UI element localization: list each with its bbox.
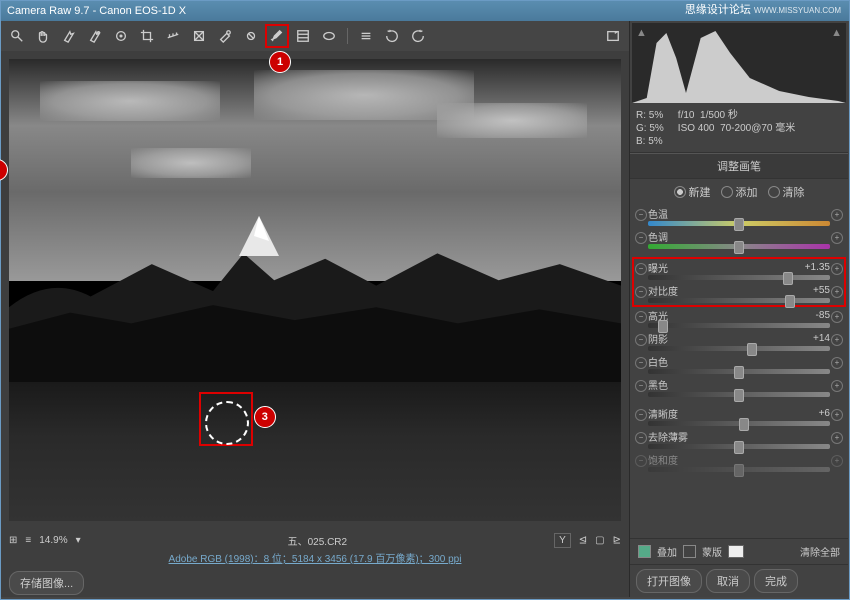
filename: 五、025.CR2 xyxy=(89,533,546,548)
zoom-level[interactable]: 14.9% xyxy=(39,535,67,546)
right-panel: ▲ ▲ R: 5% G: 5% B: 5% f/10 1/500 秒 ISO 4… xyxy=(629,21,848,597)
zoom-dropdown-icon[interactable]: ▾ xyxy=(76,535,81,546)
plus-icon[interactable]: + xyxy=(831,209,843,221)
y-indicator[interactable]: Y xyxy=(554,533,571,548)
fullscreen-icon[interactable] xyxy=(605,28,621,44)
hand-tool-icon[interactable] xyxy=(35,28,51,44)
white-balance-tool-icon[interactable] xyxy=(61,28,77,44)
plus-icon[interactable]: + xyxy=(831,380,843,392)
spot-removal-tool-icon[interactable] xyxy=(217,28,233,44)
app-window: Camera Raw 9.7 - Canon EOS-1D X 思缘设计论坛 W… xyxy=(0,0,850,600)
mask-color-swatch[interactable] xyxy=(728,545,744,558)
slider-blacks[interactable]: −+黑色 xyxy=(634,376,844,399)
menu-icon[interactable]: ≡ xyxy=(25,535,31,546)
overlay-options: 叠加 蒙版 清除全部 xyxy=(630,538,848,564)
canvas-footer: ⊞ ≡ 14.9% ▾ 五、025.CR2 Y ⊴ ▢ ⊵ xyxy=(1,529,629,551)
clear-all-link[interactable]: 清除全部 xyxy=(800,544,840,559)
nav-prev-icon[interactable]: ⊴ xyxy=(579,535,587,546)
minus-icon[interactable]: − xyxy=(635,409,647,421)
plus-icon[interactable]: + xyxy=(831,455,843,467)
minus-icon[interactable]: − xyxy=(635,432,647,444)
slider-contrast[interactable]: −+对比度+55 xyxy=(634,282,844,305)
minus-icon[interactable]: − xyxy=(635,455,647,467)
plus-icon[interactable]: + xyxy=(831,263,843,275)
target-adjust-tool-icon[interactable] xyxy=(113,28,129,44)
plus-icon[interactable]: + xyxy=(831,232,843,244)
panel-title: 调整画笔 xyxy=(630,153,848,179)
overlay-checkbox[interactable] xyxy=(638,545,651,558)
rotate-left-icon[interactable] xyxy=(384,28,400,44)
minus-icon[interactable]: − xyxy=(635,357,647,369)
dialog-buttons: 打开图像 取消 完成 xyxy=(630,564,848,597)
plus-icon[interactable]: + xyxy=(831,409,843,421)
minus-icon[interactable]: − xyxy=(635,209,647,221)
titlebar: Camera Raw 9.7 - Canon EOS-1D X 思缘设计论坛 W… xyxy=(1,1,849,21)
info-readout: R: 5% G: 5% B: 5% f/10 1/500 秒 ISO 400 7… xyxy=(630,105,848,153)
plus-icon[interactable]: + xyxy=(831,286,843,298)
histogram[interactable]: ▲ ▲ xyxy=(632,23,846,103)
minus-icon[interactable]: − xyxy=(635,311,647,323)
grid-toggle-icon[interactable]: ⊞ xyxy=(9,535,17,546)
radio-add[interactable]: 添加 xyxy=(721,184,758,200)
left-pane: 1 3 ⊞ xyxy=(1,21,629,597)
mask-checkbox[interactable] xyxy=(683,545,696,558)
minus-icon[interactable]: − xyxy=(635,263,647,275)
crop-tool-icon[interactable] xyxy=(139,28,155,44)
slider-whites[interactable]: −+白色 xyxy=(634,353,844,376)
adjustment-brush-tool-icon[interactable] xyxy=(265,24,289,48)
sliders-group: −+色温 −+色调 −+曝光+1.35 −+对比度+55 2 −+高光-85 −… xyxy=(630,205,848,538)
minus-icon[interactable]: − xyxy=(635,286,647,298)
minus-icon[interactable]: − xyxy=(635,380,647,392)
redeye-tool-icon[interactable] xyxy=(243,28,259,44)
slider-shadows[interactable]: −+阴影+14 xyxy=(634,330,844,353)
minus-icon[interactable]: − xyxy=(635,232,647,244)
graduated-filter-tool-icon[interactable] xyxy=(295,28,311,44)
minus-icon[interactable]: − xyxy=(635,334,647,346)
slider-saturation[interactable]: −+饱和度 xyxy=(634,451,844,474)
slider-tint[interactable]: −+色调 xyxy=(634,228,844,251)
image-metadata-link[interactable]: Adobe RGB (1998)：8 位；5184 x 3456 (17.9 百… xyxy=(1,551,629,569)
done-button[interactable]: 完成 xyxy=(754,569,798,593)
highlighted-sliders: −+曝光+1.35 −+对比度+55 xyxy=(632,257,846,307)
rotate-right-icon[interactable] xyxy=(410,28,426,44)
slider-highlights[interactable]: −+高光-85 xyxy=(634,307,844,330)
highlight-clip-icon[interactable]: ▲ xyxy=(831,27,842,39)
plus-icon[interactable]: + xyxy=(831,432,843,444)
preferences-icon[interactable] xyxy=(358,28,374,44)
window-title: Camera Raw 9.7 - Canon EOS-1D X xyxy=(7,5,186,17)
annotation-badge-1: 1 xyxy=(269,51,291,73)
slider-clarity[interactable]: −+清晰度+6 xyxy=(634,405,844,428)
plus-icon[interactable]: + xyxy=(831,334,843,346)
nav-end-icon[interactable]: ⊵ xyxy=(613,535,621,546)
toolbar: 1 xyxy=(1,21,629,51)
plus-icon[interactable]: + xyxy=(831,357,843,369)
watermark: 思缘设计论坛 WWW.MISSYUAN.COM xyxy=(685,1,841,17)
color-sampler-tool-icon[interactable] xyxy=(87,28,103,44)
photo-preview: 3 xyxy=(9,59,621,521)
slider-exposure[interactable]: −+曝光+1.35 xyxy=(634,259,844,282)
open-image-button[interactable]: 打开图像 xyxy=(636,569,702,593)
slider-temperature[interactable]: −+色温 xyxy=(634,205,844,228)
annotation-badge-3: 3 xyxy=(254,406,276,428)
plus-icon[interactable]: + xyxy=(831,311,843,323)
toolbar-divider xyxy=(347,28,348,44)
brush-mode-radios: 新建 添加 清除 xyxy=(630,179,848,205)
zoom-tool-icon[interactable] xyxy=(9,28,25,44)
save-image-button[interactable]: 存储图像... xyxy=(9,571,84,595)
radial-filter-tool-icon[interactable] xyxy=(321,28,337,44)
cancel-button[interactable]: 取消 xyxy=(706,569,750,593)
shadow-clip-icon[interactable]: ▲ xyxy=(636,27,647,39)
nav-next-icon[interactable]: ▢ xyxy=(595,535,604,546)
slider-dehaze[interactable]: −+去除薄雾 xyxy=(634,428,844,451)
transform-tool-icon[interactable] xyxy=(191,28,207,44)
radio-new[interactable]: 新建 xyxy=(674,184,711,200)
brush-cursor-icon xyxy=(205,401,249,445)
bottom-bar: 存储图像... xyxy=(1,569,629,597)
radio-erase[interactable]: 清除 xyxy=(768,184,805,200)
image-canvas[interactable]: 3 xyxy=(9,59,621,521)
app-body: 1 3 ⊞ xyxy=(1,21,849,597)
straighten-tool-icon[interactable] xyxy=(165,28,181,44)
